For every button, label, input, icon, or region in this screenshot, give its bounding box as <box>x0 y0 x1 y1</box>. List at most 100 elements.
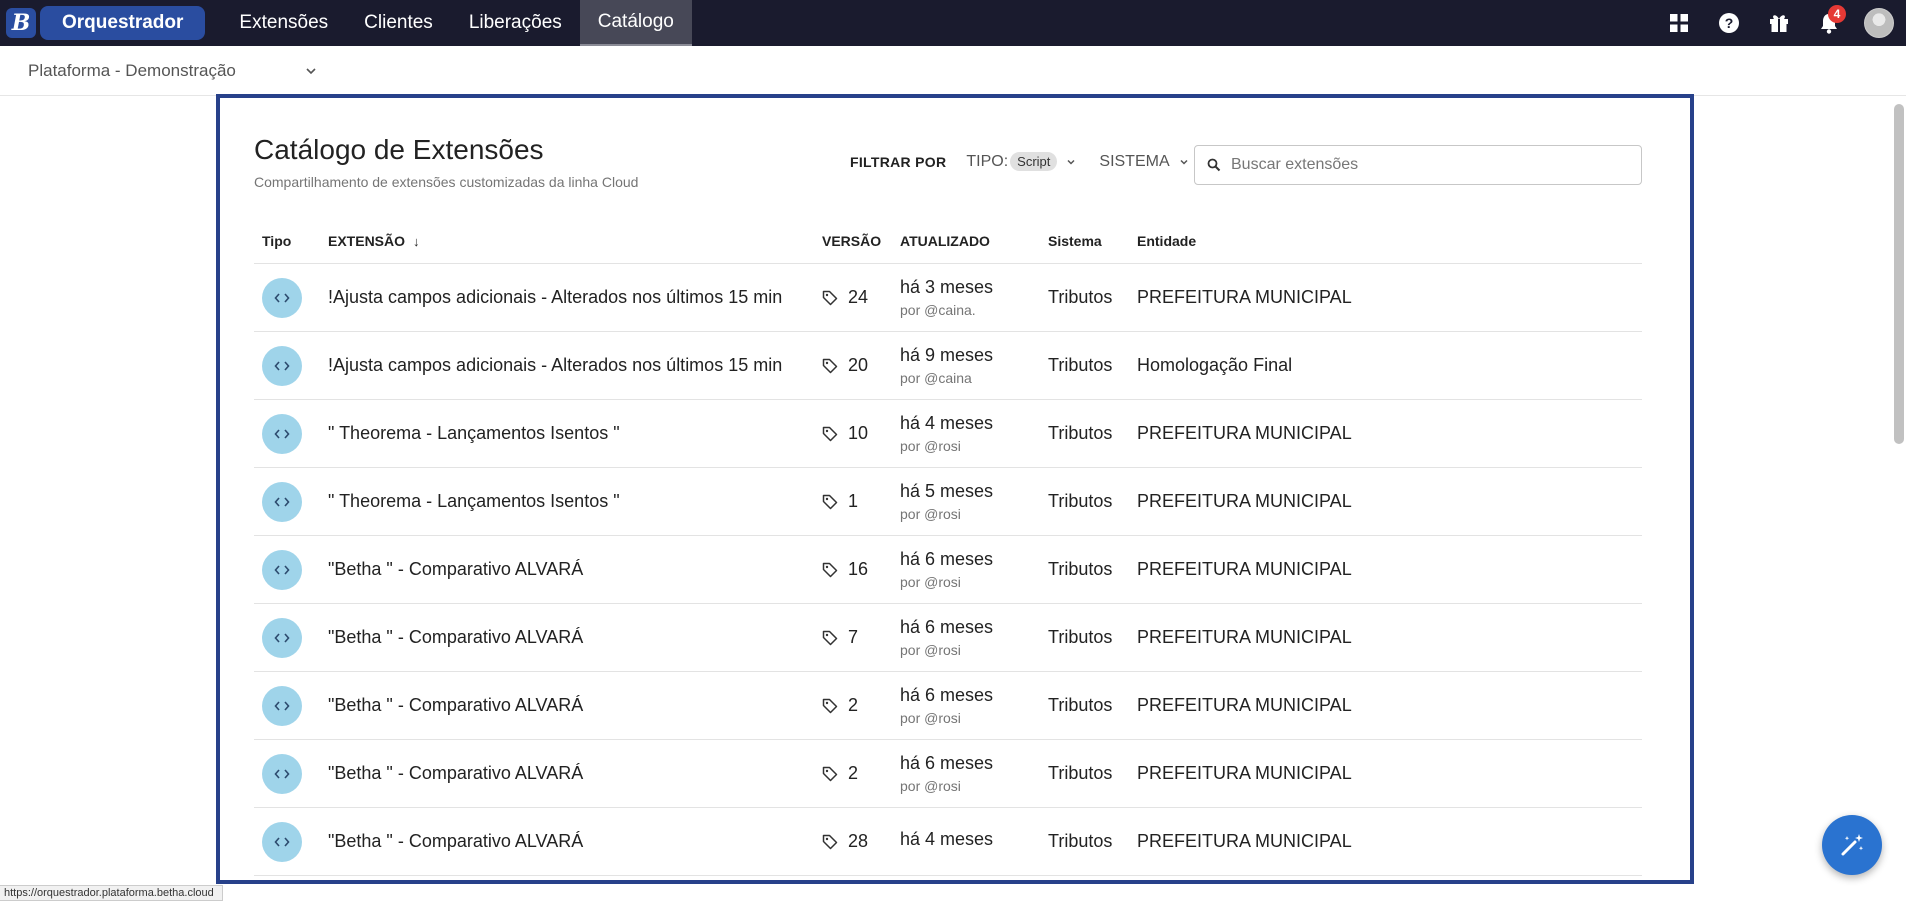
tag-icon <box>822 562 838 577</box>
table-row[interactable]: "Betha " - Comparativo ALVARÁ 7 há 6 mes… <box>254 604 1642 672</box>
column-extensao[interactable]: EXTENSÃO ↓ <box>328 233 822 249</box>
table-row[interactable]: " Theorema - Lançamentos Isentos " 10 há… <box>254 400 1642 468</box>
extension-name[interactable]: !Ajusta campos adicionais - Alterados no… <box>328 287 822 308</box>
extension-name[interactable]: " Theorema - Lançamentos Isentos " <box>328 423 822 444</box>
cell-atualizado: há 6 meses por @rosi <box>900 549 1048 590</box>
cell-tipo <box>254 481 328 522</box>
version-number: 2 <box>848 695 859 715</box>
code-icon <box>262 481 302 522</box>
cell-sistema: Tributos <box>1048 695 1113 715</box>
table-row[interactable]: " Theorema - Lançamentos Isentos " 1 há … <box>254 468 1642 536</box>
table-row[interactable]: !Ajusta campos adicionais - Alterados no… <box>254 332 1642 400</box>
cell-entidade: PREFEITURA MUNICIPAL <box>1137 491 1352 511</box>
search-input[interactable] <box>1231 156 1611 174</box>
cell-versao: 28 <box>822 831 900 852</box>
version-number: 16 <box>848 559 869 579</box>
extension-name[interactable]: "Betha " - Comparativo ALVARÁ <box>328 559 822 580</box>
gift-icon[interactable] <box>1754 0 1804 46</box>
filter-sistema[interactable]: SISTEMA <box>1099 153 1189 171</box>
catalog-header: Catálogo de Extensões Compartilhamento d… <box>254 134 638 190</box>
updated-time: há 6 meses <box>900 617 994 637</box>
cell-entidade: PREFEITURA MUNICIPAL <box>1137 695 1352 715</box>
version-number: 28 <box>848 831 869 851</box>
cell-tipo <box>254 753 328 794</box>
updated-by: por @caina <box>900 370 972 386</box>
cell-tipo <box>254 617 328 658</box>
nav-liberacoes[interactable]: Liberações <box>451 0 580 46</box>
nav-extensoes[interactable]: Extensões <box>221 0 346 46</box>
filter-tipo-label: TIPO: <box>966 152 1009 170</box>
app-name-button[interactable]: Orquestrador <box>40 6 206 40</box>
table-header: Tipo EXTENSÃO ↓ VERSÃO ATUALIZADO Sistema… <box>254 218 1642 264</box>
cell-entidade: PREFEITURA MUNICIPAL <box>1137 287 1352 307</box>
cell-entidade: Homologação Final <box>1137 355 1293 375</box>
cell-versao: 16 <box>822 559 900 580</box>
cell-atualizado: há 4 meses <box>900 829 1048 854</box>
extension-name[interactable]: "Betha " - Comparativo ALVARÁ <box>328 763 822 784</box>
platform-select[interactable]: Plataforma - Demonstração <box>28 61 318 81</box>
help-icon[interactable]: ? <box>1704 0 1754 46</box>
extension-name[interactable]: "Betha " - Comparativo ALVARÁ <box>328 831 822 852</box>
extension-name[interactable]: " Theorema - Lançamentos Isentos " <box>328 491 822 512</box>
chevron-down-icon <box>1180 159 1188 165</box>
tag-icon <box>822 766 838 781</box>
code-icon <box>262 413 302 454</box>
cell-versao: 10 <box>822 423 900 444</box>
code-icon <box>262 685 302 726</box>
cell-atualizado: há 6 meses por @rosi <box>900 753 1048 794</box>
filter-tipo[interactable]: TIPO: Script <box>966 152 1077 171</box>
column-atualizado: ATUALIZADO <box>900 232 990 249</box>
filter-label: FILTRAR POR <box>850 153 947 170</box>
table-row[interactable]: "Betha " - Comparativo ALVARÁ 16 há 6 me… <box>254 536 1642 604</box>
updated-by: por @rosi <box>900 574 961 590</box>
cell-atualizado: há 6 meses por @rosi <box>900 617 1048 658</box>
extension-name[interactable]: "Betha " - Comparativo ALVARÁ <box>328 695 822 716</box>
filter-tipo-chip: Script <box>1010 152 1058 171</box>
version-number: 20 <box>848 355 869 375</box>
extension-name[interactable]: !Ajusta campos adicionais - Alterados no… <box>328 355 822 376</box>
tag-icon <box>822 426 838 441</box>
platform-select-value: Plataforma - Demonstração <box>28 60 236 80</box>
magic-wand-button[interactable] <box>1822 815 1882 875</box>
cell-tipo <box>254 413 328 454</box>
cell-entidade: PREFEITURA MUNICIPAL <box>1137 423 1352 443</box>
filters: FILTRAR POR TIPO: Script SISTEMA <box>850 152 1212 171</box>
table-row[interactable]: "Betha " - Comparativo ALVARÁ 2 há 6 mes… <box>254 672 1642 740</box>
updated-time: há 6 meses <box>900 685 994 705</box>
cell-tipo <box>254 685 328 726</box>
column-entidade: Entidade <box>1137 232 1197 249</box>
page-scrollbar[interactable] <box>1894 104 1904 444</box>
tag-icon <box>822 358 838 373</box>
nav-clientes[interactable]: Clientes <box>346 0 451 46</box>
tag-icon <box>822 630 838 645</box>
status-url: https://orquestrador.plataforma.betha.cl… <box>0 885 223 901</box>
updated-by: por @rosi <box>900 506 961 522</box>
column-sistema: Sistema <box>1048 232 1102 249</box>
cell-entidade: PREFEITURA MUNICIPAL <box>1137 763 1352 783</box>
updated-by: por @caina. <box>900 302 976 318</box>
cell-sistema: Tributos <box>1048 491 1113 511</box>
cell-atualizado: há 6 meses por @rosi <box>900 685 1048 726</box>
cell-versao: 20 <box>822 355 900 376</box>
code-icon <box>262 345 302 386</box>
table-row[interactable]: "Betha " - Comparativo ALVARÁ 28 há 4 me… <box>254 808 1642 876</box>
cell-entidade: PREFEITURA MUNICIPAL <box>1137 627 1352 647</box>
updated-time: há 6 meses <box>900 753 994 773</box>
avatar[interactable] <box>1864 8 1894 38</box>
filter-sistema-label: SISTEMA <box>1099 152 1170 170</box>
extension-name[interactable]: "Betha " - Comparativo ALVARÁ <box>328 627 822 648</box>
code-icon <box>262 821 302 862</box>
table-row[interactable]: "Betha " - Comparativo ALVARÁ 2 há 6 mes… <box>254 740 1642 808</box>
cell-atualizado: há 4 meses por @rosi <box>900 413 1048 454</box>
cell-atualizado: há 5 meses por @rosi <box>900 481 1048 522</box>
tag-icon <box>822 698 838 713</box>
betha-logo[interactable]: B <box>6 8 36 38</box>
grid-icon[interactable] <box>1654 0 1704 46</box>
search-box[interactable] <box>1194 145 1642 185</box>
nav-catalogo[interactable]: Catálogo <box>579 0 692 46</box>
version-number: 7 <box>848 627 859 647</box>
bell-icon[interactable]: 4 <box>1804 0 1854 46</box>
table-row[interactable]: !Ajusta campos adicionais - Alterados no… <box>254 264 1642 332</box>
code-icon <box>262 277 302 318</box>
code-icon <box>262 549 302 590</box>
